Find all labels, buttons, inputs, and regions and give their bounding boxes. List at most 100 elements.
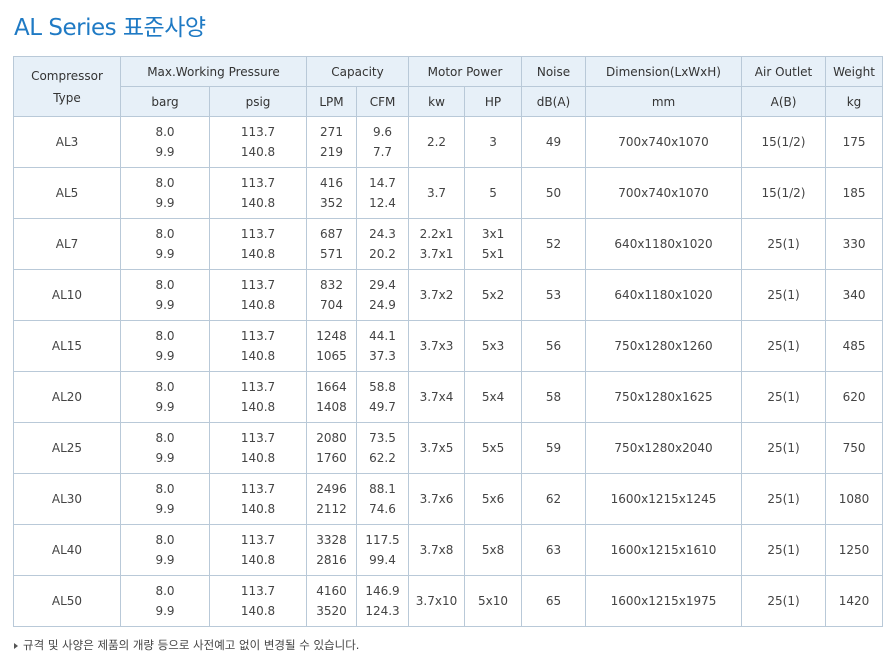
cell-psig-value: 140.8 <box>240 604 276 618</box>
cell-hp-value: 5x4 <box>481 390 505 404</box>
header-row-titles: Compressor Type Max.Working Pressure Cap… <box>13 56 884 117</box>
cell-hp: 5x5 <box>464 422 523 474</box>
cell-lpm-value: 704 <box>320 298 343 312</box>
cell-psig-value: 113.7 <box>240 125 276 139</box>
cell-psig-value: 113.7 <box>240 584 276 598</box>
cell-lpm: 687 571 <box>306 218 357 270</box>
cell-weight: 330 <box>825 218 884 270</box>
cell-outlet: 25(1) <box>741 320 827 372</box>
cell-outlet: 25(1) <box>741 473 827 525</box>
cell-cfm-value: 37.3 <box>369 349 396 363</box>
cell-cfm-value: 49.7 <box>369 400 396 414</box>
cell-db: 56 <box>521 320 587 372</box>
cell-cfm-value: 88.1 <box>369 482 396 496</box>
cell-cfm: 73.5 62.2 <box>355 422 410 474</box>
cell-dim: 700x740x1070 <box>585 167 743 219</box>
cell-cfm: 24.3 20.2 <box>355 218 410 270</box>
table-row: AL50 8.0 9.9 113.7 140.8 4160 3520 146.9 124.3 3.… <box>13 575 884 627</box>
cell-hp: 5 <box>464 167 523 219</box>
cell-cfm: 44.1 37.3 <box>355 320 410 372</box>
spec-table: Compressor Type Max.Working Pressure Cap… <box>13 56 884 627</box>
cell-db: 53 <box>521 269 587 321</box>
cell-barg: 8.0 9.9 <box>120 371 210 423</box>
cell-psig: 113.7 140.8 <box>209 218 307 270</box>
cell-kw: 3.7x2 <box>408 269 466 321</box>
cell-kw: 3.7x6 <box>408 473 466 525</box>
cell-kw: 3.7 <box>408 167 466 219</box>
cell-cfm: 117.5 99.4 <box>355 524 410 576</box>
cell-weight: 175 <box>825 116 884 168</box>
cell-kw-value: 2.2 <box>426 135 447 149</box>
table-row: AL40 8.0 9.9 113.7 140.8 3328 2816 117.5 99.4 3.7… <box>13 524 884 576</box>
cell-cfm-value: 44.1 <box>369 329 396 343</box>
cell-lpm-value: 1408 <box>316 400 347 414</box>
cell-barg: 8.0 9.9 <box>120 320 210 372</box>
unit-db: dB(A) <box>521 86 587 117</box>
cell-psig-value: 113.7 <box>240 227 276 241</box>
cell-kw: 2.2 <box>408 116 466 168</box>
cell-dim: 640x1180x1020 <box>585 218 743 270</box>
header-air-outlet: Air Outlet <box>741 56 827 87</box>
table-header: Compressor Type Max.Working Pressure Cap… <box>13 56 884 117</box>
cell-dim: 750x1280x1625 <box>585 371 743 423</box>
cell-cfm-value: 14.7 <box>369 176 396 190</box>
cell-dim: 700x740x1070 <box>585 116 743 168</box>
cell-psig-value: 140.8 <box>240 298 276 312</box>
cell-barg: 8.0 9.9 <box>120 116 210 168</box>
cell-hp: 5x4 <box>464 371 523 423</box>
cell-outlet: 25(1) <box>741 422 827 474</box>
cell-barg-value: 8.0 <box>155 176 175 190</box>
cell-barg-value: 8.0 <box>155 584 175 598</box>
cell-weight: 1250 <box>825 524 884 576</box>
cell-cfm-value: 12.4 <box>369 196 396 210</box>
cell-db: 49 <box>521 116 587 168</box>
cell-psig: 113.7 140.8 <box>209 524 307 576</box>
cell-cfm-value: 58.8 <box>369 380 396 394</box>
cell-barg: 8.0 9.9 <box>120 524 210 576</box>
cell-kw: 3.7x3 <box>408 320 466 372</box>
cell-psig: 113.7 140.8 <box>209 116 307 168</box>
cell-db: 65 <box>521 575 587 627</box>
cell-weight: 485 <box>825 320 884 372</box>
cell-psig-value: 140.8 <box>240 145 276 159</box>
table-row: AL20 8.0 9.9 113.7 140.8 1664 1408 58.8 49.7 3.7x… <box>13 371 884 423</box>
cell-db: 59 <box>521 422 587 474</box>
cell-lpm: 4160 3520 <box>306 575 357 627</box>
cell-cfm-value: 73.5 <box>369 431 396 445</box>
cell-outlet: 15(1/2) <box>741 167 827 219</box>
cell-cfm: 146.9 124.3 <box>355 575 410 627</box>
cell-lpm-value: 352 <box>320 196 343 210</box>
cell-type: AL20 <box>13 371 121 423</box>
cell-barg: 8.0 9.9 <box>120 218 210 270</box>
cell-barg-value: 9.9 <box>155 604 175 618</box>
cell-hp: 5x6 <box>464 473 523 525</box>
cell-barg: 8.0 9.9 <box>120 422 210 474</box>
cell-psig-value: 113.7 <box>240 380 276 394</box>
cell-barg-value: 8.0 <box>155 329 175 343</box>
cell-outlet: 15(1/2) <box>741 116 827 168</box>
header-motor-power: Motor Power <box>408 56 523 87</box>
table-row: AL5 8.0 9.9 113.7 140.8 416 352 14.7 12.4 3.7 5 50 7… <box>13 167 884 219</box>
cell-lpm: 2080 1760 <box>306 422 357 474</box>
cell-kw: 3.7x10 <box>408 575 466 627</box>
cell-barg-value: 9.9 <box>155 553 175 567</box>
cell-hp-value: 5 <box>489 186 497 200</box>
cell-dim: 1600x1215x1975 <box>585 575 743 627</box>
cell-weight: 750 <box>825 422 884 474</box>
table-row: AL3 8.0 9.9 113.7 140.8 271 219 9.6 7.7 2.2 3 49 700… <box>13 116 884 168</box>
cell-db: 52 <box>521 218 587 270</box>
cell-type: AL30 <box>13 473 121 525</box>
cell-lpm-value: 271 <box>320 125 343 139</box>
cell-cfm-value: 20.2 <box>369 247 396 261</box>
cell-barg-value: 8.0 <box>155 125 175 139</box>
cell-cfm-value: 24.9 <box>369 298 396 312</box>
cell-dim: 1600x1215x1245 <box>585 473 743 525</box>
cell-psig-value: 140.8 <box>240 451 276 465</box>
cell-lpm-value: 3328 <box>316 533 347 547</box>
cell-hp-value: 5x3 <box>481 339 505 353</box>
triangle-bullet-icon <box>14 642 18 649</box>
cell-lpm-value: 2816 <box>316 553 347 567</box>
cell-kw: 3.7x8 <box>408 524 466 576</box>
cell-cfm-value: 7.7 <box>372 145 393 159</box>
unit-lpm: LPM <box>306 86 357 117</box>
